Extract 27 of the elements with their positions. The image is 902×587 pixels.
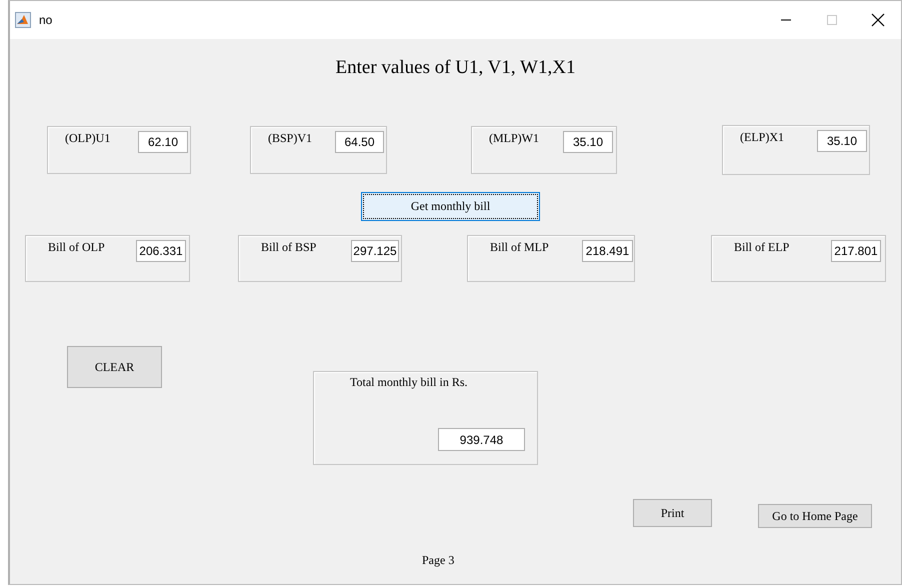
value-field[interactable]: 297.125 — [351, 240, 399, 262]
value-field[interactable]: 35.10 — [817, 130, 867, 152]
total-label: Total monthly bill in Rs. — [350, 375, 468, 390]
field-label: Bill of BSP — [261, 240, 316, 255]
value-field[interactable]: 64.50 — [335, 131, 384, 153]
value-field[interactable]: 62.10 — [138, 131, 188, 153]
field-label: (ELP)X1 — [740, 130, 784, 145]
page-label: Page 3 — [422, 553, 454, 568]
field-label: Bill of ELP — [734, 240, 790, 255]
print-button[interactable]: Print — [633, 499, 712, 527]
window-title: no — [39, 13, 52, 27]
home-button[interactable]: Go to Home Page — [758, 504, 872, 528]
field-label: (OLP)U1 — [65, 131, 110, 146]
heading: Enter values of U1, V1, W1,X1 — [336, 57, 576, 78]
value-field[interactable]: 35.10 — [563, 131, 613, 153]
value-field[interactable]: 218.491 — [582, 240, 633, 262]
get-bill-button[interactable]: Get monthly bill — [361, 192, 540, 221]
value-field[interactable]: 206.331 — [136, 240, 186, 262]
field-label: (BSP)V1 — [268, 131, 312, 146]
field-label: (MLP)W1 — [489, 131, 539, 146]
total-field[interactable]: 939.748 — [438, 428, 525, 451]
value-field[interactable]: 217.801 — [831, 240, 881, 262]
app-icon — [15, 12, 31, 28]
field-label: Bill of OLP — [48, 240, 105, 255]
close-icon[interactable] — [871, 13, 885, 27]
clear-button[interactable]: CLEAR — [67, 346, 162, 388]
field-label: Bill of MLP — [490, 240, 549, 255]
